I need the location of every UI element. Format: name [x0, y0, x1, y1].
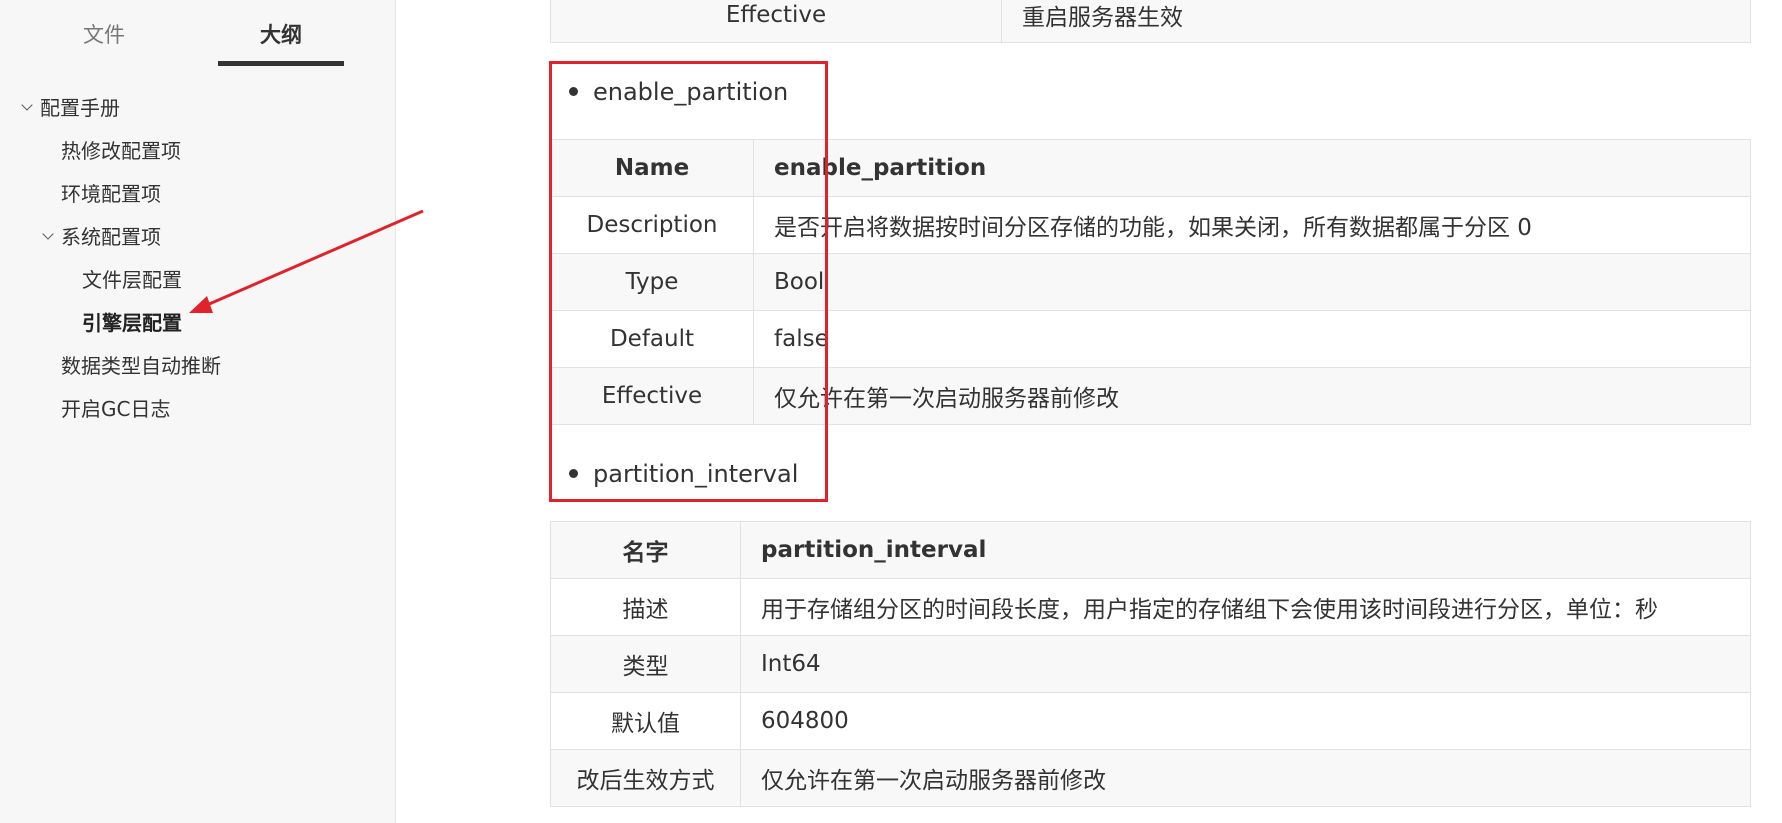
- outline-item-hot-modify[interactable]: 热修改配置项: [61, 134, 181, 168]
- table-value-cell: Int64: [740, 635, 1751, 693]
- bullet-text: enable_partition: [593, 78, 789, 106]
- outline-item-engine-layer[interactable]: 引擎层配置: [82, 306, 182, 340]
- chevron-down-icon[interactable]: [21, 99, 33, 111]
- sidebar-tabs: 文件 大纲: [0, 0, 396, 70]
- bullet-text: partition_interval: [593, 460, 799, 488]
- table-value-cell: 仅允许在第一次启动服务器前修改: [753, 367, 1751, 425]
- table-row: 描述 用于存储组分区的时间段长度，用户指定的存储组下会使用该时间段进行分区，单位…: [550, 578, 1751, 636]
- table-row: 改后生效方式 仅允许在第一次启动服务器前修改: [550, 749, 1751, 807]
- outline-item-gc-log[interactable]: 开启GC日志: [61, 392, 170, 426]
- table-key-cell: 改后生效方式: [550, 749, 741, 807]
- table-row: Type Bool: [550, 253, 1751, 311]
- table-value-cell: false: [753, 310, 1751, 368]
- table-key-cell: Default: [550, 310, 754, 368]
- table-value-cell: 604800: [740, 692, 1751, 750]
- table-header-value: enable_partition: [753, 139, 1751, 197]
- table-value-cell: 是否开启将数据按时间分区存储的功能，如果关闭，所有数据都属于分区 0: [753, 196, 1751, 254]
- table-row: Description 是否开启将数据按时间分区存储的功能，如果关闭，所有数据都…: [550, 196, 1751, 254]
- table-row: Default false: [550, 310, 1751, 368]
- prev-config-table: Effective 重启服务器生效: [550, 0, 1751, 43]
- table-row: 类型 Int64: [550, 635, 1751, 693]
- table-row: Effective 重启服务器生效: [550, 0, 1751, 43]
- enable-partition-table: Name enable_partition Description 是否开启将数…: [550, 139, 1751, 425]
- table-key-cell: 描述: [550, 578, 741, 636]
- table-key-cell: Description: [550, 196, 754, 254]
- table-row: 默认值 604800: [550, 692, 1751, 750]
- table-value-cell: 用于存储组分区的时间段长度，用户指定的存储组下会使用该时间段进行分区，单位：秒: [740, 578, 1751, 636]
- bullet-enable-partition: enable_partition: [569, 77, 789, 107]
- bullet-dot-icon: [569, 87, 578, 96]
- tab-outline[interactable]: 大纲: [218, 22, 344, 48]
- table-value-cell: 重启服务器生效: [1001, 0, 1751, 43]
- active-tab-indicator: [218, 61, 344, 66]
- partition-interval-table: 名字 partition_interval 描述 用于存储组分区的时间段长度，用…: [550, 521, 1751, 807]
- table-value-cell: 仅允许在第一次启动服务器前修改: [740, 749, 1751, 807]
- document-content: Effective 重启服务器生效 enable_partition Name …: [397, 0, 1782, 823]
- chevron-down-icon[interactable]: [42, 228, 54, 240]
- table-key-cell: Type: [550, 253, 754, 311]
- table-header-row: 名字 partition_interval: [550, 521, 1751, 579]
- table-row: Effective 仅允许在第一次启动服务器前修改: [550, 367, 1751, 425]
- table-header-key: Name: [550, 139, 754, 197]
- table-header-value: partition_interval: [740, 521, 1751, 579]
- outline-item-env-config[interactable]: 环境配置项: [61, 177, 161, 211]
- table-key-cell: 类型: [550, 635, 741, 693]
- tab-files[interactable]: 文件: [60, 22, 148, 48]
- outline-item-system-config[interactable]: 系统配置项: [61, 220, 161, 254]
- outline-item-file-layer[interactable]: 文件层配置: [82, 263, 182, 297]
- table-key-cell: Effective: [550, 0, 1002, 43]
- bullet-partition-interval: partition_interval: [569, 459, 799, 489]
- bullet-dot-icon: [569, 469, 578, 478]
- table-key-cell: Effective: [550, 367, 754, 425]
- outline-item-config-manual[interactable]: 配置手册: [40, 91, 120, 125]
- table-header-row: Name enable_partition: [550, 139, 1751, 197]
- table-key-cell: 默认值: [550, 692, 741, 750]
- table-value-cell: Bool: [753, 253, 1751, 311]
- outline-item-type-inference[interactable]: 数据类型自动推断: [61, 349, 221, 383]
- sidebar: 文件 大纲 配置手册 热修改配置项 环境配置项 系统配置项 文件层配置 引擎层配…: [0, 0, 396, 823]
- table-header-key: 名字: [550, 521, 741, 579]
